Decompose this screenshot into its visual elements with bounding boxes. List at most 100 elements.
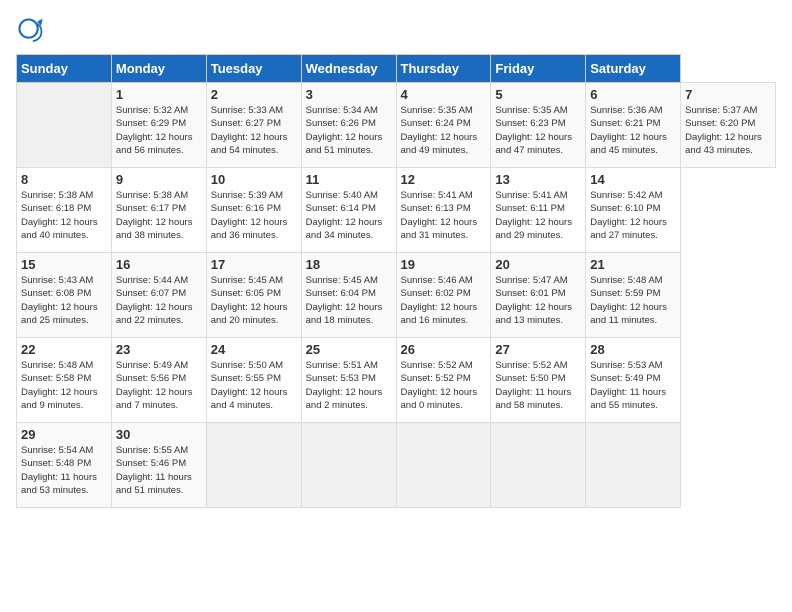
day-number: 13 bbox=[495, 172, 581, 187]
day-info: Sunrise: 5:36 AMSunset: 6:21 PMDaylight:… bbox=[590, 105, 667, 156]
day-info: Sunrise: 5:44 AMSunset: 6:07 PMDaylight:… bbox=[116, 275, 193, 326]
day-number: 23 bbox=[116, 342, 202, 357]
calendar-cell: 15 Sunrise: 5:43 AMSunset: 6:08 PMDaylig… bbox=[17, 253, 112, 338]
day-info: Sunrise: 5:55 AMSunset: 5:46 PMDaylight:… bbox=[116, 445, 192, 496]
day-info: Sunrise: 5:38 AMSunset: 6:17 PMDaylight:… bbox=[116, 190, 193, 241]
calendar-cell: 23 Sunrise: 5:49 AMSunset: 5:56 PMDaylig… bbox=[111, 338, 206, 423]
day-info: Sunrise: 5:37 AMSunset: 6:20 PMDaylight:… bbox=[685, 105, 762, 156]
logo-icon bbox=[16, 16, 44, 44]
calendar-cell: 2 Sunrise: 5:33 AMSunset: 6:27 PMDayligh… bbox=[206, 83, 301, 168]
day-number: 16 bbox=[116, 257, 202, 272]
header bbox=[16, 16, 776, 44]
day-number: 19 bbox=[401, 257, 487, 272]
day-number: 22 bbox=[21, 342, 107, 357]
day-info: Sunrise: 5:40 AMSunset: 6:14 PMDaylight:… bbox=[306, 190, 383, 241]
calendar-cell: 1 Sunrise: 5:32 AMSunset: 6:29 PMDayligh… bbox=[111, 83, 206, 168]
calendar-cell: 11 Sunrise: 5:40 AMSunset: 6:14 PMDaylig… bbox=[301, 168, 396, 253]
day-info: Sunrise: 5:38 AMSunset: 6:18 PMDaylight:… bbox=[21, 190, 98, 241]
day-number: 28 bbox=[590, 342, 676, 357]
day-info: Sunrise: 5:41 AMSunset: 6:11 PMDaylight:… bbox=[495, 190, 572, 241]
day-info: Sunrise: 5:43 AMSunset: 6:08 PMDaylight:… bbox=[21, 275, 98, 326]
day-info: Sunrise: 5:41 AMSunset: 6:13 PMDaylight:… bbox=[401, 190, 478, 241]
day-number: 26 bbox=[401, 342, 487, 357]
day-info: Sunrise: 5:45 AMSunset: 6:04 PMDaylight:… bbox=[306, 275, 383, 326]
calendar-cell: 24 Sunrise: 5:50 AMSunset: 5:55 PMDaylig… bbox=[206, 338, 301, 423]
day-number: 8 bbox=[21, 172, 107, 187]
day-info: Sunrise: 5:48 AMSunset: 5:59 PMDaylight:… bbox=[590, 275, 667, 326]
calendar-cell: 6 Sunrise: 5:36 AMSunset: 6:21 PMDayligh… bbox=[586, 83, 681, 168]
day-info: Sunrise: 5:34 AMSunset: 6:26 PMDaylight:… bbox=[306, 105, 383, 156]
calendar-cell: 7 Sunrise: 5:37 AMSunset: 6:20 PMDayligh… bbox=[681, 83, 776, 168]
calendar-week-5: 29 Sunrise: 5:54 AMSunset: 5:48 PMDaylig… bbox=[17, 423, 776, 508]
day-number: 9 bbox=[116, 172, 202, 187]
calendar-cell bbox=[206, 423, 301, 508]
day-info: Sunrise: 5:52 AMSunset: 5:52 PMDaylight:… bbox=[401, 360, 478, 411]
day-number: 4 bbox=[401, 87, 487, 102]
calendar-cell: 3 Sunrise: 5:34 AMSunset: 6:26 PMDayligh… bbox=[301, 83, 396, 168]
day-number: 18 bbox=[306, 257, 392, 272]
day-number: 14 bbox=[590, 172, 676, 187]
column-header-thursday: Thursday bbox=[396, 55, 491, 83]
calendar-cell: 8 Sunrise: 5:38 AMSunset: 6:18 PMDayligh… bbox=[17, 168, 112, 253]
day-number: 27 bbox=[495, 342, 581, 357]
day-info: Sunrise: 5:49 AMSunset: 5:56 PMDaylight:… bbox=[116, 360, 193, 411]
calendar-body: 1 Sunrise: 5:32 AMSunset: 6:29 PMDayligh… bbox=[17, 83, 776, 508]
calendar-cell bbox=[396, 423, 491, 508]
day-number: 7 bbox=[685, 87, 771, 102]
calendar-week-3: 15 Sunrise: 5:43 AMSunset: 6:08 PMDaylig… bbox=[17, 253, 776, 338]
day-info: Sunrise: 5:54 AMSunset: 5:48 PMDaylight:… bbox=[21, 445, 97, 496]
day-info: Sunrise: 5:42 AMSunset: 6:10 PMDaylight:… bbox=[590, 190, 667, 241]
column-header-saturday: Saturday bbox=[586, 55, 681, 83]
day-info: Sunrise: 5:39 AMSunset: 6:16 PMDaylight:… bbox=[211, 190, 288, 241]
calendar-cell: 21 Sunrise: 5:48 AMSunset: 5:59 PMDaylig… bbox=[586, 253, 681, 338]
day-info: Sunrise: 5:33 AMSunset: 6:27 PMDaylight:… bbox=[211, 105, 288, 156]
calendar-cell: 5 Sunrise: 5:35 AMSunset: 6:23 PMDayligh… bbox=[491, 83, 586, 168]
day-info: Sunrise: 5:51 AMSunset: 5:53 PMDaylight:… bbox=[306, 360, 383, 411]
calendar-cell: 9 Sunrise: 5:38 AMSunset: 6:17 PMDayligh… bbox=[111, 168, 206, 253]
calendar-cell: 19 Sunrise: 5:46 AMSunset: 6:02 PMDaylig… bbox=[396, 253, 491, 338]
day-info: Sunrise: 5:53 AMSunset: 5:49 PMDaylight:… bbox=[590, 360, 666, 411]
day-number: 5 bbox=[495, 87, 581, 102]
day-number: 21 bbox=[590, 257, 676, 272]
day-number: 15 bbox=[21, 257, 107, 272]
calendar-cell: 12 Sunrise: 5:41 AMSunset: 6:13 PMDaylig… bbox=[396, 168, 491, 253]
day-number: 25 bbox=[306, 342, 392, 357]
calendar-cell bbox=[491, 423, 586, 508]
calendar-cell: 30 Sunrise: 5:55 AMSunset: 5:46 PMDaylig… bbox=[111, 423, 206, 508]
calendar-cell bbox=[17, 83, 112, 168]
day-number: 24 bbox=[211, 342, 297, 357]
calendar-week-1: 1 Sunrise: 5:32 AMSunset: 6:29 PMDayligh… bbox=[17, 83, 776, 168]
day-number: 12 bbox=[401, 172, 487, 187]
day-number: 3 bbox=[306, 87, 392, 102]
day-number: 11 bbox=[306, 172, 392, 187]
calendar-cell: 28 Sunrise: 5:53 AMSunset: 5:49 PMDaylig… bbox=[586, 338, 681, 423]
column-header-sunday: Sunday bbox=[17, 55, 112, 83]
day-number: 10 bbox=[211, 172, 297, 187]
day-info: Sunrise: 5:50 AMSunset: 5:55 PMDaylight:… bbox=[211, 360, 288, 411]
day-number: 20 bbox=[495, 257, 581, 272]
day-number: 17 bbox=[211, 257, 297, 272]
calendar-cell: 17 Sunrise: 5:45 AMSunset: 6:05 PMDaylig… bbox=[206, 253, 301, 338]
day-info: Sunrise: 5:47 AMSunset: 6:01 PMDaylight:… bbox=[495, 275, 572, 326]
day-number: 1 bbox=[116, 87, 202, 102]
logo bbox=[16, 16, 48, 44]
day-info: Sunrise: 5:45 AMSunset: 6:05 PMDaylight:… bbox=[211, 275, 288, 326]
day-info: Sunrise: 5:35 AMSunset: 6:23 PMDaylight:… bbox=[495, 105, 572, 156]
day-info: Sunrise: 5:52 AMSunset: 5:50 PMDaylight:… bbox=[495, 360, 571, 411]
day-info: Sunrise: 5:48 AMSunset: 5:58 PMDaylight:… bbox=[21, 360, 98, 411]
calendar-cell: 20 Sunrise: 5:47 AMSunset: 6:01 PMDaylig… bbox=[491, 253, 586, 338]
calendar-cell bbox=[586, 423, 681, 508]
calendar-cell: 29 Sunrise: 5:54 AMSunset: 5:48 PMDaylig… bbox=[17, 423, 112, 508]
day-number: 2 bbox=[211, 87, 297, 102]
day-info: Sunrise: 5:32 AMSunset: 6:29 PMDaylight:… bbox=[116, 105, 193, 156]
calendar-cell: 25 Sunrise: 5:51 AMSunset: 5:53 PMDaylig… bbox=[301, 338, 396, 423]
calendar-cell: 14 Sunrise: 5:42 AMSunset: 6:10 PMDaylig… bbox=[586, 168, 681, 253]
calendar-cell: 26 Sunrise: 5:52 AMSunset: 5:52 PMDaylig… bbox=[396, 338, 491, 423]
calendar-table: SundayMondayTuesdayWednesdayThursdayFrid… bbox=[16, 54, 776, 508]
day-info: Sunrise: 5:46 AMSunset: 6:02 PMDaylight:… bbox=[401, 275, 478, 326]
calendar-cell: 16 Sunrise: 5:44 AMSunset: 6:07 PMDaylig… bbox=[111, 253, 206, 338]
day-number: 29 bbox=[21, 427, 107, 442]
calendar-cell: 27 Sunrise: 5:52 AMSunset: 5:50 PMDaylig… bbox=[491, 338, 586, 423]
calendar-week-4: 22 Sunrise: 5:48 AMSunset: 5:58 PMDaylig… bbox=[17, 338, 776, 423]
calendar-cell: 22 Sunrise: 5:48 AMSunset: 5:58 PMDaylig… bbox=[17, 338, 112, 423]
